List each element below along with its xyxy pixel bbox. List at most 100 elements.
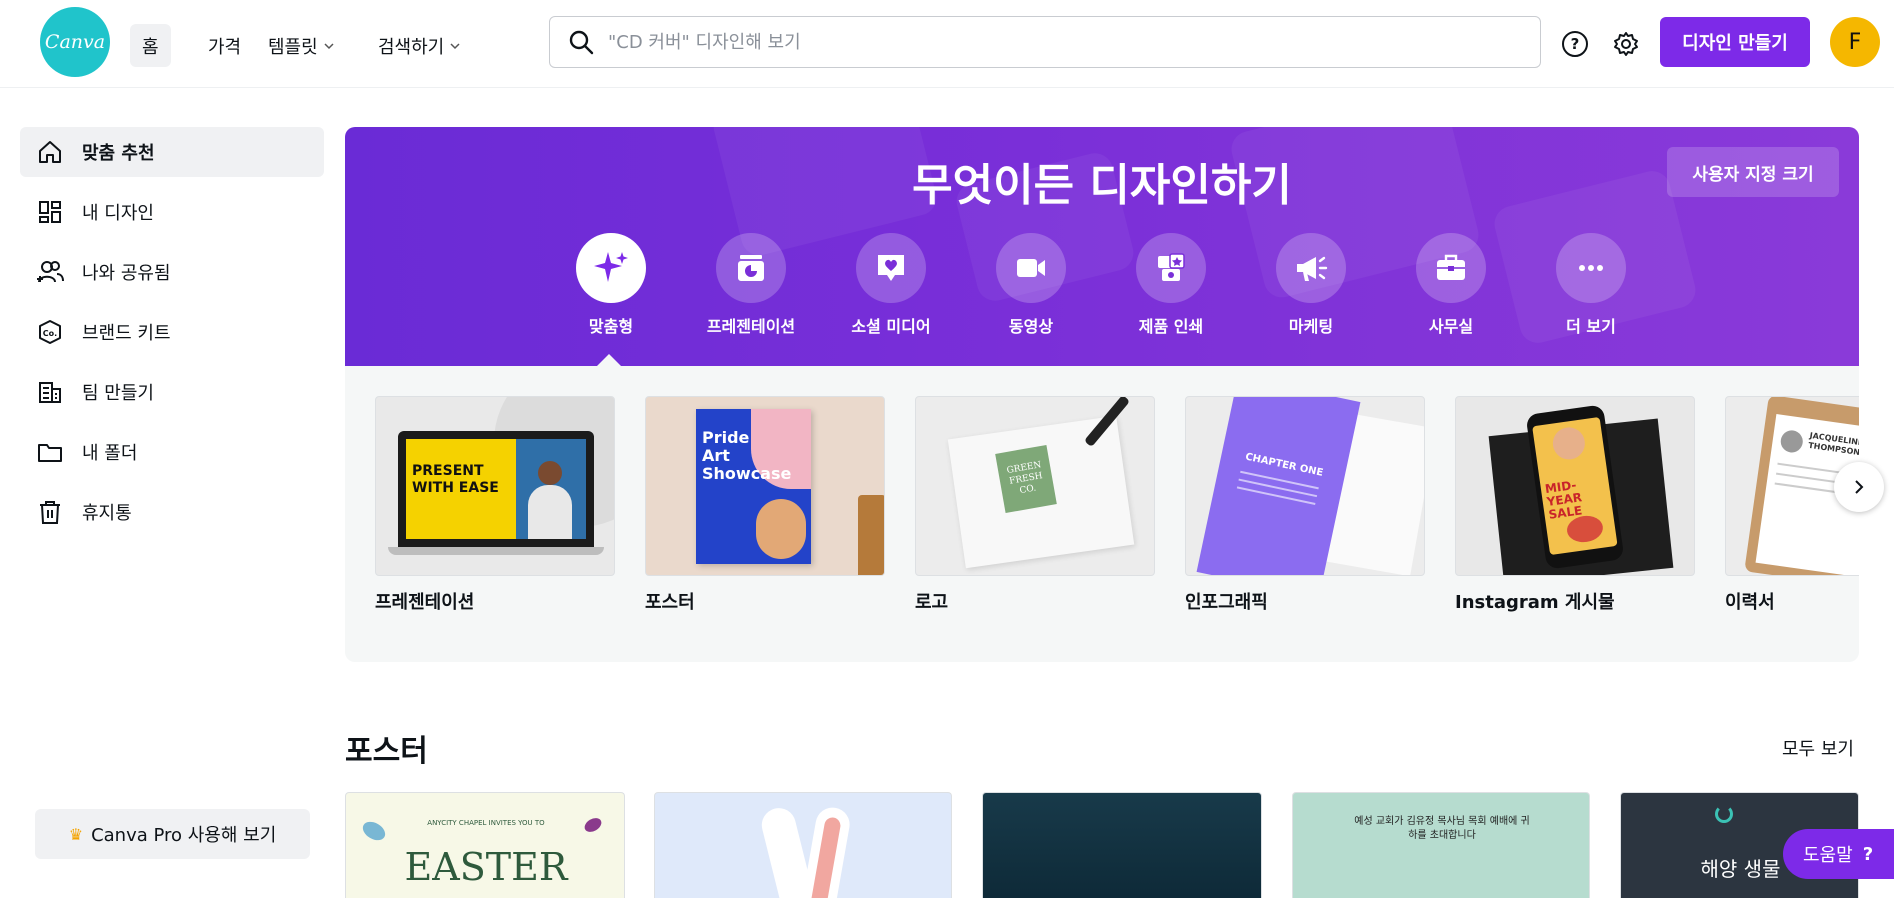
nav-templates[interactable]: 템플릿	[256, 24, 347, 67]
template-card-label: 프레젠테이션	[375, 592, 475, 613]
thumb-text: Pride Art Showcase	[702, 428, 792, 483]
try-pro-button[interactable]: ♛ Canva Pro 사용해 보기	[35, 809, 310, 859]
template-card-poster[interactable]: Pride Art Showcase 포스터	[645, 396, 885, 614]
sidebar-item-shared[interactable]: 나와 공유됨	[20, 247, 324, 297]
sidebar-item-create-team[interactable]: 팀 만들기	[20, 367, 324, 417]
poster-top-text: 예성 교회가 김유정 목사님 목회 예배에 귀하를 초대합니다	[1354, 816, 1530, 841]
nav-home[interactable]: 홈	[130, 24, 171, 67]
nav-discover[interactable]: 검색하기	[366, 24, 473, 67]
poster-card[interactable]: ANYCITY CHAPEL INVITES YOU TO EASTER	[345, 792, 625, 898]
category-marketing[interactable]: 마케팅	[1241, 233, 1381, 337]
create-design-label: 디자인 만들기	[1682, 33, 1788, 54]
poster-card[interactable]: 예성 교회가 김유정 목사님 목회 예배에 귀하를 초대합니다	[1292, 792, 1590, 898]
settings-button[interactable]	[1606, 24, 1646, 64]
nav-pricing[interactable]: 가격	[196, 24, 253, 67]
category-label: 프레젠테이션	[706, 317, 796, 336]
template-carousel: PRESENT WITH EASE 프레젠테이션 Pride Art Showc…	[345, 366, 1859, 662]
nav-discover-label: 검색하기	[378, 36, 445, 58]
top-bar: Canva 홈 가격 템플릿 검색하기 ? 디자인 만들기 F	[0, 0, 1894, 88]
thumb-person-body	[528, 485, 572, 539]
carousel-next-button[interactable]	[1834, 462, 1884, 512]
video-camera-icon	[996, 233, 1066, 303]
svg-text:?: ?	[1571, 35, 1580, 53]
poster-title: EASTER	[404, 845, 568, 889]
thumb-text: GREEN FRESH CO.	[995, 444, 1057, 514]
template-card-infographic[interactable]: CHAPTER ONE 인포그래픽	[1185, 396, 1425, 614]
thumb-person-head	[538, 461, 562, 485]
template-card-logo[interactable]: GREEN FRESH CO. 로고	[915, 396, 1155, 614]
help-chat-button[interactable]: 도움말 ?	[1783, 829, 1894, 879]
sidebar-item-label: 팀 만들기	[82, 383, 154, 404]
folder-icon	[36, 438, 64, 466]
category-custom[interactable]: 맞춤형	[541, 233, 681, 337]
nav-pricing-label: 가격	[208, 36, 242, 58]
crown-icon: ♛	[68, 824, 84, 844]
category-label: 더 보기	[1566, 317, 1616, 336]
laptop-base	[388, 547, 604, 555]
sidebar-item-my-designs[interactable]: 내 디자인	[20, 187, 324, 237]
category-video[interactable]: 동영상	[961, 233, 1101, 337]
category-presentation[interactable]: 프레젠테이션	[681, 233, 821, 337]
category-social-media[interactable]: 소셜 미디어	[821, 233, 961, 337]
template-thumbnail: PRESENT WITH EASE	[375, 396, 615, 576]
template-card-presentation[interactable]: PRESENT WITH EASE 프레젠테이션	[375, 396, 615, 614]
laptop-display: PRESENT WITH EASE	[406, 439, 586, 539]
poster-card[interactable]	[982, 792, 1262, 898]
template-card-label: 인포그래픽	[1185, 592, 1268, 613]
help-label: 도움말	[1803, 845, 1853, 866]
sidebar-item-for-you[interactable]: 맞춤 추천	[20, 127, 324, 177]
banner-title: 무엇이든 디자인하기	[912, 160, 1292, 211]
laptop-screen: PRESENT WITH EASE	[398, 431, 594, 547]
help-button[interactable]: ?	[1555, 24, 1595, 64]
thumb-line	[1236, 486, 1316, 505]
section-title: 포스터	[345, 734, 428, 769]
thumb-text: MID-YEAR SALE	[1544, 477, 1584, 522]
poster-top-text: ANYCITY CHAPEL INVITES YOU TO	[427, 819, 545, 827]
category-print-products[interactable]: 제품 인쇄	[1101, 233, 1241, 337]
help-question-icon: ?	[1862, 843, 1874, 865]
try-pro-label: Canva Pro 사용해 보기	[91, 825, 277, 846]
see-all-link[interactable]: 모두 보기	[1782, 735, 1854, 761]
category-more[interactable]: 더 보기	[1521, 233, 1661, 337]
briefcase-icon	[1416, 233, 1486, 303]
template-thumbnail: GREEN FRESH CO.	[915, 396, 1155, 576]
presentation-icon	[716, 233, 786, 303]
sidebar-item-folders[interactable]: 내 폴더	[20, 427, 324, 477]
nav-home-label: 홈	[142, 36, 159, 58]
template-thumbnail: Pride Art Showcase	[645, 396, 885, 576]
create-design-button[interactable]: 디자인 만들기	[1660, 17, 1810, 67]
grid-icon	[36, 198, 64, 226]
bunny-ear	[799, 804, 853, 898]
gear-icon	[1614, 32, 1638, 56]
help-circle-icon: ?	[1562, 31, 1588, 57]
template-card-resume[interactable]: JACQUELINE THOMPSON 이력서	[1725, 396, 1859, 614]
design-anything-banner: 무엇이든 디자인하기 사용자 지정 크기 맞춤형 프레젠테이션 소셜 미디어 동…	[345, 127, 1859, 366]
search-bar[interactable]	[549, 16, 1541, 68]
custom-size-button[interactable]: 사용자 지정 크기	[1667, 147, 1839, 197]
category-office[interactable]: 사무실	[1381, 233, 1521, 337]
thumb-person-head	[1779, 429, 1805, 454]
people-icon	[36, 258, 64, 286]
custom-size-label: 사용자 지정 크기	[1692, 164, 1814, 185]
thumb-pencil-cup	[858, 495, 884, 575]
search-input[interactable]	[608, 31, 1508, 53]
thumb-phone-screen: MID-YEAR SALE	[1532, 416, 1618, 556]
sidebar-item-trash[interactable]: 휴지통	[20, 487, 324, 537]
template-card-label: 이력서	[1725, 592, 1775, 613]
sidebar-item-brand-kit[interactable]: Co. 브랜드 키트	[20, 307, 324, 357]
canva-logo[interactable]: Canva	[40, 7, 110, 77]
avatar[interactable]: F	[1830, 17, 1880, 67]
home-icon	[36, 138, 64, 166]
print-product-icon	[1136, 233, 1206, 303]
brand-kit-icon: Co.	[36, 318, 64, 346]
bunny-ear-inner	[810, 816, 842, 898]
sidebar-item-label: 내 폴더	[82, 443, 138, 464]
template-card-instagram-post[interactable]: MID-YEAR SALE Instagram 게시물	[1455, 396, 1695, 614]
sidebar-item-label: 휴지통	[82, 503, 132, 524]
avatar-initial: F	[1848, 29, 1862, 55]
template-card-label: 포스터	[645, 592, 695, 613]
thumb-text: JACQUELINE THOMPSON	[1807, 430, 1859, 457]
poster-card[interactable]	[654, 792, 952, 898]
sidebar-item-label: 브랜드 키트	[82, 323, 171, 344]
category-label: 동영상	[1008, 317, 1054, 336]
